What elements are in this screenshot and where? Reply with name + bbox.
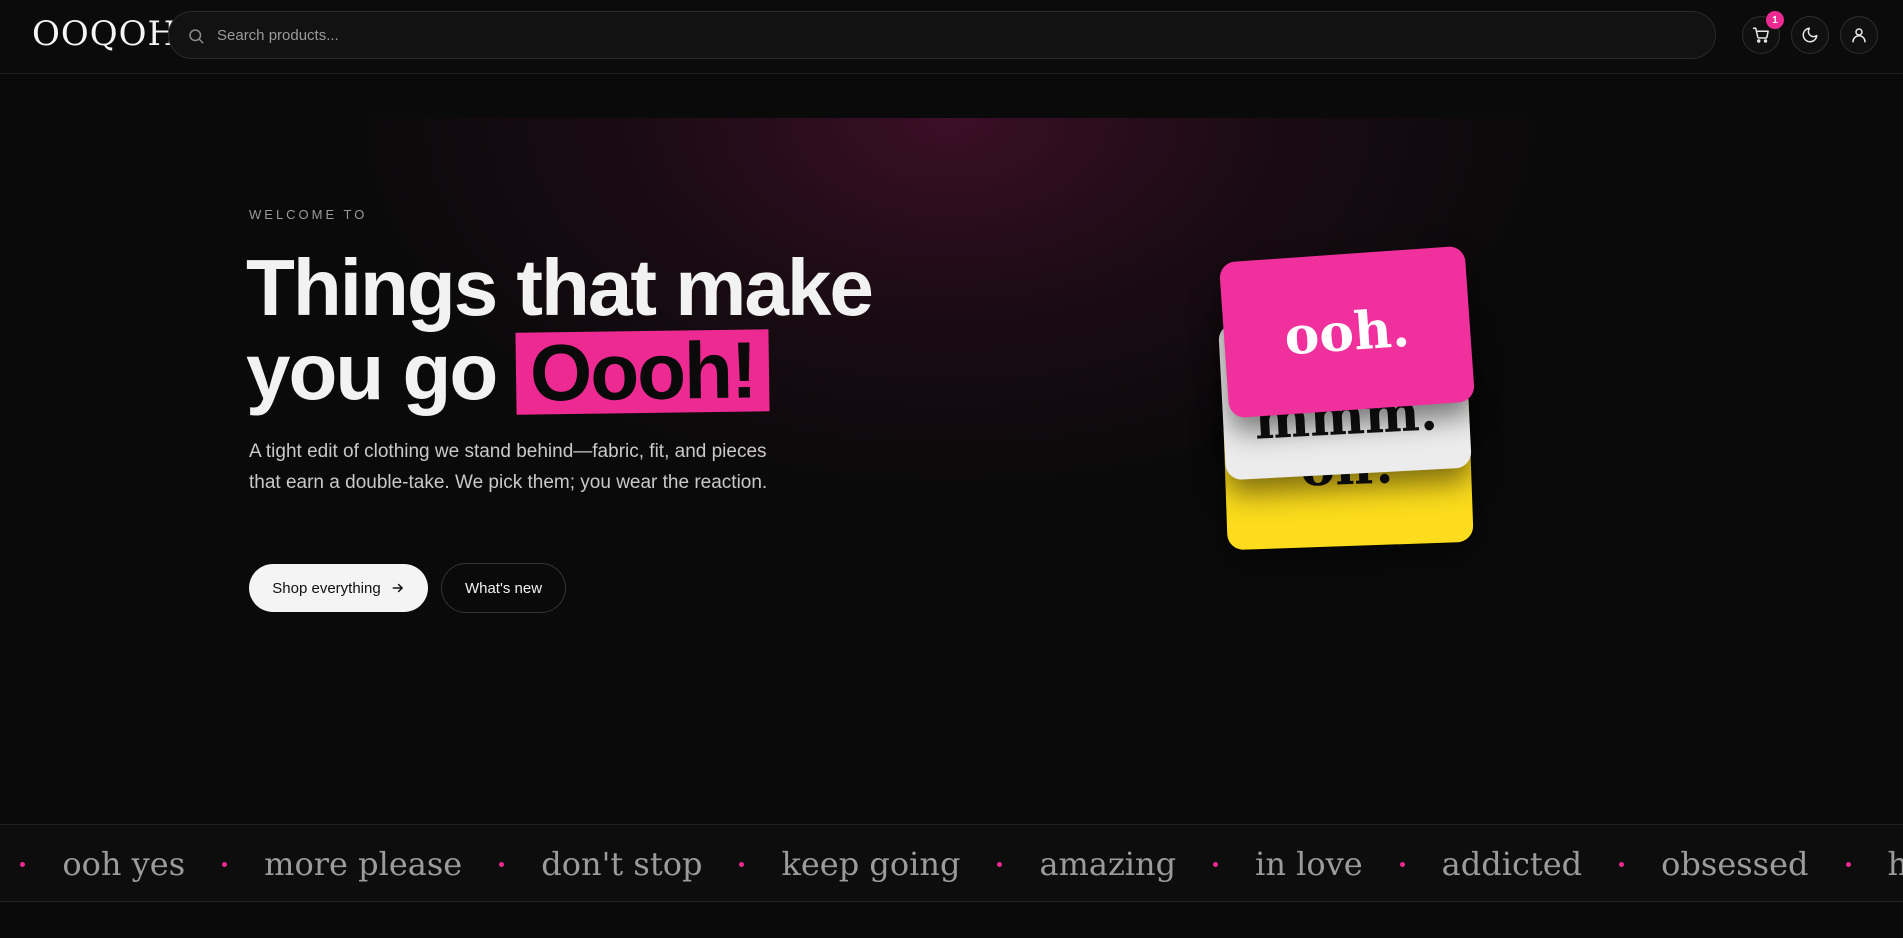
cart-count-badge: 1 <box>1766 11 1784 29</box>
marquee-dot <box>739 861 745 867</box>
marquee-dot <box>997 861 1003 867</box>
marquee-dot <box>20 861 26 867</box>
marquee-item: ooh yes <box>62 845 186 883</box>
reaction-marquee: se ooh yes more please don't stop keep g… <box>0 824 1903 902</box>
marquee-item: more please <box>264 845 463 883</box>
cart-icon <box>1752 27 1769 43</box>
marquee-item: hooked <box>1888 845 1903 883</box>
arrow-right-icon <box>392 583 403 593</box>
marquee-dot <box>1619 861 1625 867</box>
headline-line-1: Things that make <box>246 243 874 332</box>
headline-highlight: Oooh! <box>515 325 771 418</box>
hero-eyebrow: WELCOME TO <box>249 207 368 222</box>
shop-everything-button[interactable]: Shop everything <box>249 564 428 612</box>
cart-button[interactable]: 1 <box>1742 11 1784 54</box>
marquee-dot <box>1845 861 1851 867</box>
headline-line-2: you go <box>246 327 517 416</box>
marquee-track: se ooh yes more please don't stop keep g… <box>0 825 1903 901</box>
marquee-dot <box>1213 861 1219 867</box>
search-input[interactable] <box>217 12 1697 58</box>
whats-new-button[interactable]: What's new <box>441 563 566 613</box>
moon-icon <box>1802 27 1818 43</box>
marquee-item: addicted <box>1441 845 1583 883</box>
shop-everything-label: Shop everything <box>272 579 381 597</box>
marquee-item: obsessed <box>1661 845 1809 883</box>
user-icon <box>1852 28 1866 43</box>
hero-subtext: A tight edit of clothing we stand behind… <box>249 441 768 493</box>
marquee-item: in love <box>1255 845 1363 883</box>
marquee-item: don't stop <box>541 845 703 883</box>
card-ooh-label: ooh. <box>1282 297 1412 367</box>
search-icon <box>189 29 204 44</box>
account-button[interactable] <box>1840 16 1878 54</box>
top-nav: OOQOH! 1 <box>0 0 1903 74</box>
hero-headline: Things that make you go Oooh! <box>246 243 946 418</box>
marquee-dot <box>222 861 228 867</box>
theme-toggle-button[interactable] <box>1791 16 1829 54</box>
marquee-dot <box>1399 861 1405 867</box>
marquee-item: amazing <box>1039 845 1177 883</box>
marquee-dot <box>499 861 505 867</box>
card-ooh: ooh. <box>1218 245 1476 419</box>
search-bar[interactable] <box>168 11 1716 59</box>
marquee-item: keep going <box>781 845 961 883</box>
